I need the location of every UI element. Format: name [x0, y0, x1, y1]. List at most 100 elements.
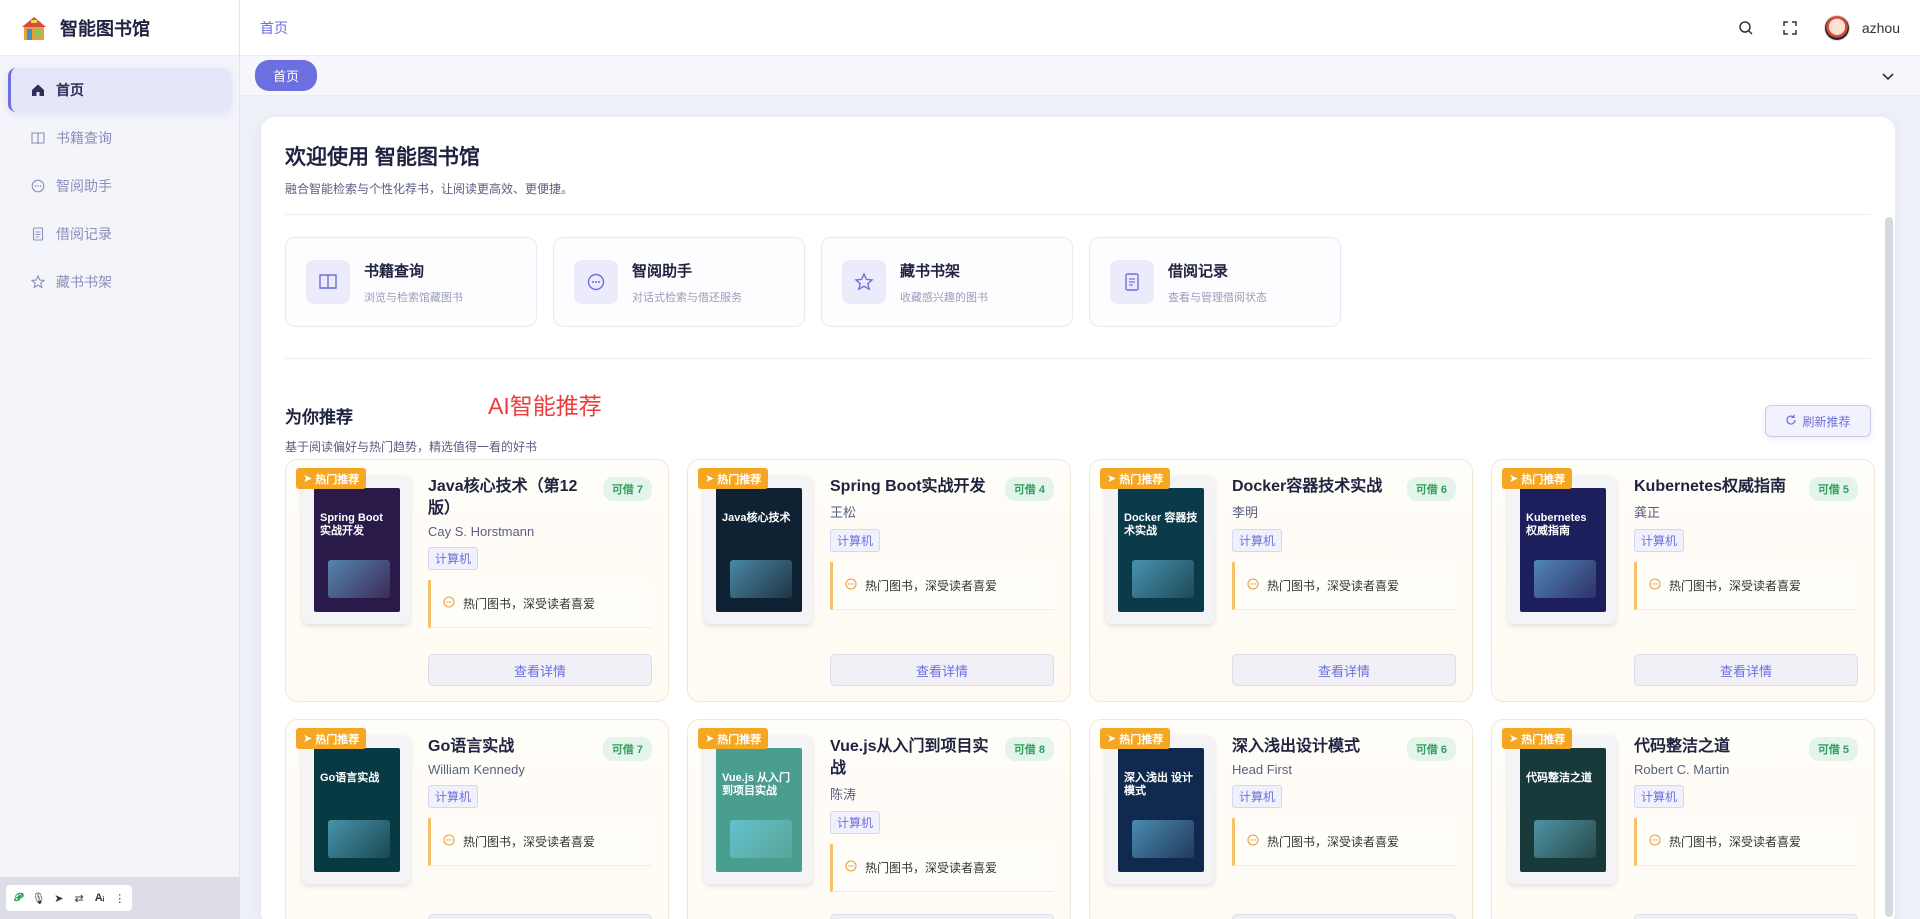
reason-text: 热门图书，深受读者喜爱	[463, 597, 596, 611]
avatar[interactable]	[1823, 14, 1850, 41]
quick-link-assistant[interactable]: 智阅助手 对话式检索与借还服务	[553, 237, 805, 327]
category-tag: 计算机	[428, 785, 479, 808]
book-info: 可借 6 深入浅出设计模式 Head First 计算机 热门图书，深受读者喜爱	[1232, 736, 1456, 866]
sidebar-item-borrow-records[interactable]: 借阅记录	[8, 212, 231, 256]
hot-badge: ➤ 热门推荐	[296, 468, 367, 489]
book-cover[interactable]: Java核心技术	[704, 476, 812, 624]
book-cover[interactable]: Go语言实战	[302, 736, 410, 884]
breadcrumb[interactable]: 首页	[260, 18, 288, 38]
book-cover-title: Go语言实战	[320, 772, 380, 784]
recommend-reason: 热门图书，深受读者喜爱	[830, 844, 1054, 892]
search-icon[interactable]	[1736, 18, 1756, 38]
sidebar-item-home[interactable]: 首页	[8, 68, 231, 112]
sidebar-item-label: 智阅助手	[56, 178, 112, 194]
hot-badge: ➤ 热门推荐	[1100, 728, 1171, 749]
translate-icon[interactable]: ⇄	[71, 892, 87, 905]
page-subtitle: 融合智能检索与个性化荐书，让阅读更高效、更便捷。	[285, 182, 574, 196]
microphone-icon[interactable]: 🎙	[30, 892, 46, 905]
view-detail-button[interactable]: 查看详情	[1232, 654, 1456, 686]
user-menu[interactable]: azhou	[1823, 14, 1900, 41]
sidebar-item-assistant[interactable]: 智阅助手	[8, 164, 231, 208]
book-author: 王松	[830, 505, 857, 520]
book-cover-image: 代码整洁之道	[1520, 748, 1606, 872]
book-cover-title: Java核心技术	[722, 512, 791, 524]
send-icon[interactable]: ➤	[51, 892, 67, 905]
view-detail-button[interactable]: 查看详情	[428, 654, 652, 686]
logo-p-icon[interactable]: 𝓟	[10, 892, 26, 905]
book-card[interactable]: ➤ 热门推荐 Java核心技术 可借 4 Spring Boot实战开发 王松 …	[687, 459, 1071, 702]
book-cover-image: 深入浅出 设计模式	[1118, 748, 1204, 872]
recommend-reason: 热门图书，深受读者喜爱	[1634, 562, 1858, 610]
sidebar-item-bookshelf[interactable]: 藏书书架	[8, 260, 231, 304]
book-card[interactable]: ➤ 热门推荐 Vue.js 从入门到项目实战 可借 8 Vue.js从入门到项目…	[687, 719, 1071, 919]
reason-text: 热门图书，深受读者喜爱	[463, 835, 596, 849]
book-cover-art	[730, 820, 792, 858]
send-icon: ➤	[705, 733, 715, 745]
book-cover[interactable]: 深入浅出 设计模式	[1106, 736, 1214, 884]
comment-icon	[1247, 578, 1259, 593]
book-icon	[306, 260, 350, 304]
view-detail-button[interactable]: 查看详情	[830, 914, 1054, 919]
view-detail-button[interactable]: 查看详情	[1634, 654, 1858, 686]
view-detail-button[interactable]: 查看详情	[1232, 914, 1456, 919]
book-cover-image: Go语言实战	[314, 748, 400, 872]
book-cover-title: Docker 容器技术实战	[1124, 512, 1198, 537]
availability-badge: 可借 4	[1004, 477, 1054, 501]
comment-icon	[845, 860, 857, 875]
quick-link-title: 藏书书架	[900, 262, 961, 280]
book-card[interactable]: ➤ 热门推荐 Spring Boot 实战开发 可借 7 Java核心技术（第1…	[285, 459, 669, 702]
hot-label: 热门推荐	[315, 733, 360, 746]
chevron-down-icon[interactable]	[1880, 68, 1896, 84]
view-detail-button[interactable]: 查看详情	[830, 654, 1054, 686]
tab-home[interactable]: 首页	[255, 60, 318, 91]
book-author: 李明	[1232, 505, 1259, 520]
book-cover[interactable]: Kubernetes 权威指南	[1508, 476, 1616, 624]
book-author: Robert C. Martin	[1634, 762, 1730, 777]
send-icon: ➤	[1107, 733, 1117, 745]
recommend-reason: 热门图书，深受读者喜爱	[428, 580, 652, 628]
view-detail-button[interactable]: 查看详情	[428, 914, 652, 919]
sidebar-item-label: 藏书书架	[56, 274, 112, 290]
quick-link-desc: 对话式检索与借还服务	[632, 291, 742, 304]
book-cover[interactable]: Docker 容器技术实战	[1106, 476, 1214, 624]
book-info: 可借 7 Java核心技术（第12版） Cay S. Horstmann 计算机…	[428, 476, 652, 628]
book-cover[interactable]: Spring Boot 实战开发	[302, 476, 410, 624]
refresh-recommend-button[interactable]: 刷新推荐	[1765, 405, 1871, 437]
send-icon: ➤	[1107, 473, 1117, 485]
username[interactable]: azhou	[1862, 20, 1900, 36]
book-cover-image: Spring Boot 实战开发	[314, 488, 400, 612]
quick-link-book-search[interactable]: 书籍查询 浏览与检索馆藏图书	[285, 237, 537, 327]
view-detail-button[interactable]: 查看详情	[1634, 914, 1858, 919]
book-cover[interactable]: Vue.js 从入门到项目实战	[704, 736, 812, 884]
star-icon	[842, 260, 886, 304]
ai-recommend-annotation: AI智能推荐	[488, 393, 602, 419]
sidebar-item-label: 借阅记录	[56, 226, 112, 242]
drag-handle-icon[interactable]: ⋮	[112, 892, 128, 905]
quick-link-borrow-records[interactable]: 借阅记录 查看与管理借阅状态	[1089, 237, 1341, 327]
book-cover[interactable]: 代码整洁之道	[1508, 736, 1616, 884]
quick-link-bookshelf[interactable]: 藏书书架 收藏感兴趣的图书	[821, 237, 1073, 327]
comment-icon	[1247, 834, 1259, 849]
quick-link-desc: 收藏感兴趣的图书	[900, 291, 988, 304]
book-card[interactable]: ➤ 热门推荐 代码整洁之道 可借 5 代码整洁之道 Robert C. Mart…	[1491, 719, 1875, 919]
scrollbar[interactable]	[1885, 217, 1893, 917]
book-card[interactable]: ➤ 热门推荐 Go语言实战 可借 7 Go语言实战 William Kenned…	[285, 719, 669, 919]
home-panel: 欢迎使用 智能图书馆 融合智能检索与个性化荐书，让阅读更高效、更便捷。 书籍查询…	[261, 117, 1895, 919]
book-card[interactable]: ➤ 热门推荐 Docker 容器技术实战 可借 6 Docker容器技术实战 李…	[1089, 459, 1473, 702]
recommend-reason: 热门图书，深受读者喜爱	[1634, 818, 1858, 866]
quick-link-desc: 查看与管理借阅状态	[1168, 291, 1267, 304]
comment-icon	[443, 596, 455, 611]
book-card[interactable]: ➤ 热门推荐 Kubernetes 权威指南 可借 5 Kubernetes权威…	[1491, 459, 1875, 702]
book-author: Cay S. Horstmann	[428, 524, 535, 539]
book-info: 可借 7 Go语言实战 William Kennedy 计算机 热门图书，深受读…	[428, 736, 652, 866]
fullscreen-icon[interactable]	[1780, 18, 1800, 38]
book-card[interactable]: ➤ 热门推荐 深入浅出 设计模式 可借 6 深入浅出设计模式 Head Firs…	[1089, 719, 1473, 919]
book-author: William Kennedy	[428, 762, 525, 777]
category-tag: 计算机	[830, 811, 881, 834]
sidebar-item-book-search[interactable]: 书籍查询	[8, 116, 231, 160]
brand[interactable]: 智能图书馆	[0, 0, 239, 56]
hot-label: 热门推荐	[315, 473, 360, 486]
bottom-toolbar: 𝓟 🎙 ➤ ⇄ Aᵢ ⋮	[0, 877, 240, 919]
ai-icon[interactable]: Aᵢ	[91, 892, 107, 904]
refresh-icon	[1785, 414, 1797, 429]
